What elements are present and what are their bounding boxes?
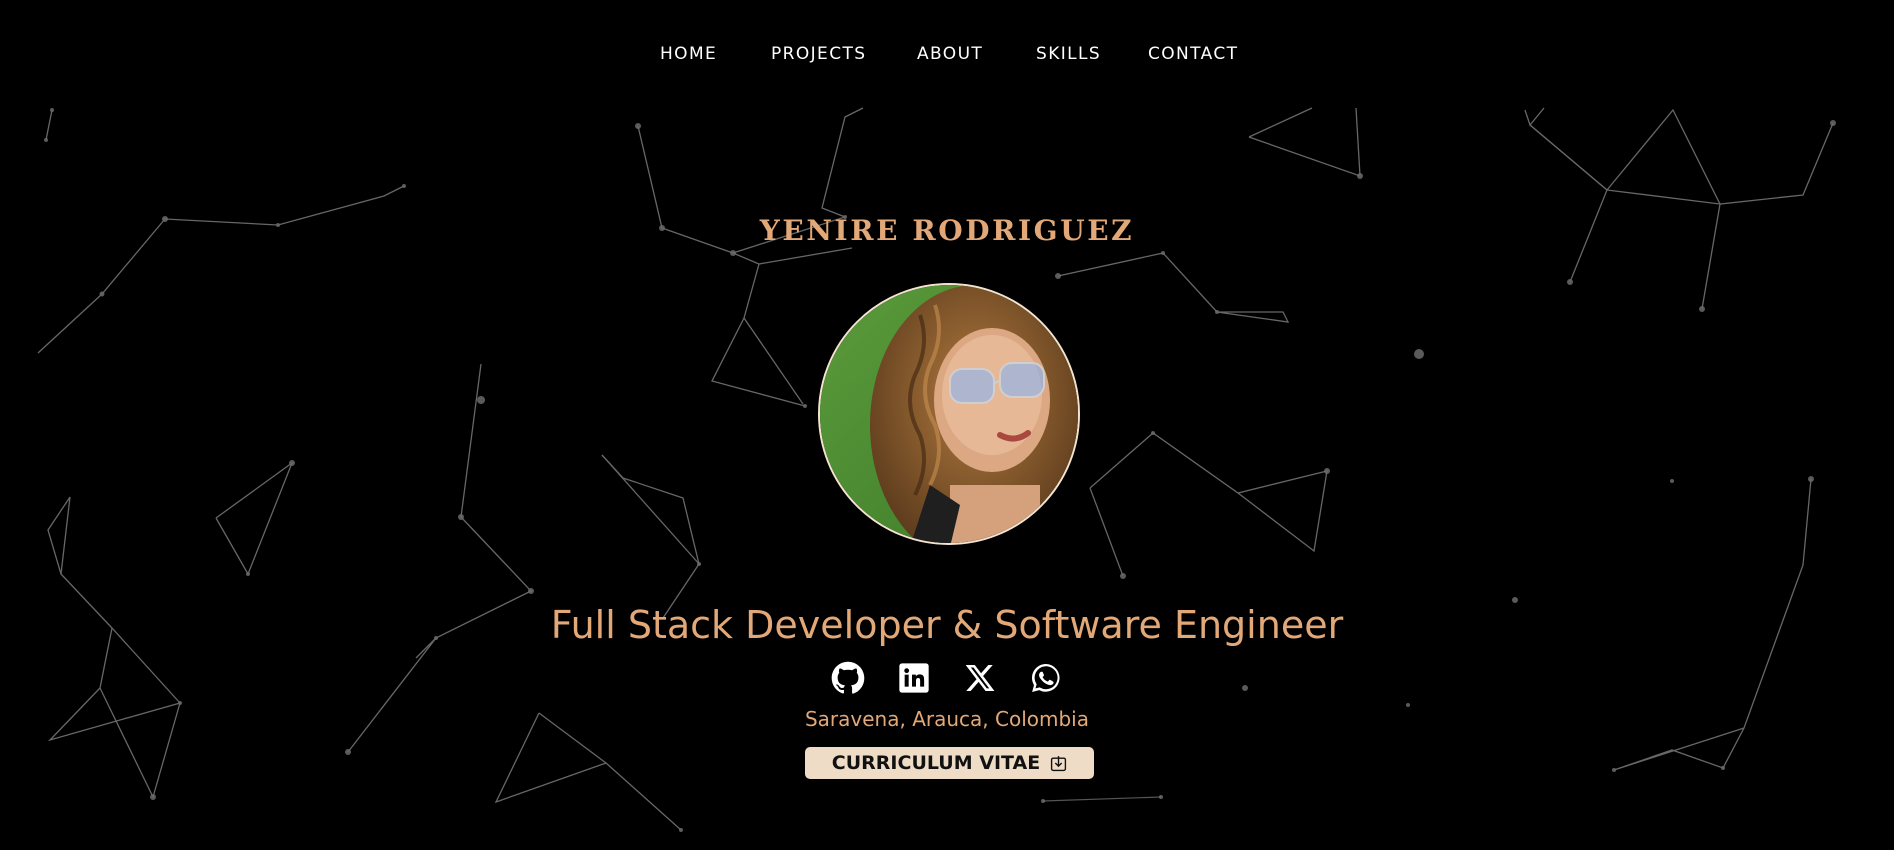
curriculum-vitae-button[interactable]: CURRICULUM VITAE	[805, 747, 1094, 779]
whatsapp-icon[interactable]	[1028, 660, 1064, 696]
profile-photo	[818, 283, 1080, 545]
cv-button-label: CURRICULUM VITAE	[831, 752, 1041, 774]
x-twitter-icon[interactable]	[962, 660, 998, 696]
linkedin-icon[interactable]	[896, 660, 932, 696]
social-links	[0, 660, 1894, 696]
profile-name: YENIRE RODRIGUEZ	[759, 214, 1135, 247]
github-icon[interactable]	[830, 660, 866, 696]
download-icon	[1050, 755, 1067, 772]
job-title: Full Stack Developer & Software Engineer	[550, 603, 1344, 647]
location-text: Saravena, Arauca, Colombia	[804, 707, 1089, 731]
hero-section: YENIRE RODRIGUEZ Full Stack Developer & …	[0, 0, 1894, 850]
